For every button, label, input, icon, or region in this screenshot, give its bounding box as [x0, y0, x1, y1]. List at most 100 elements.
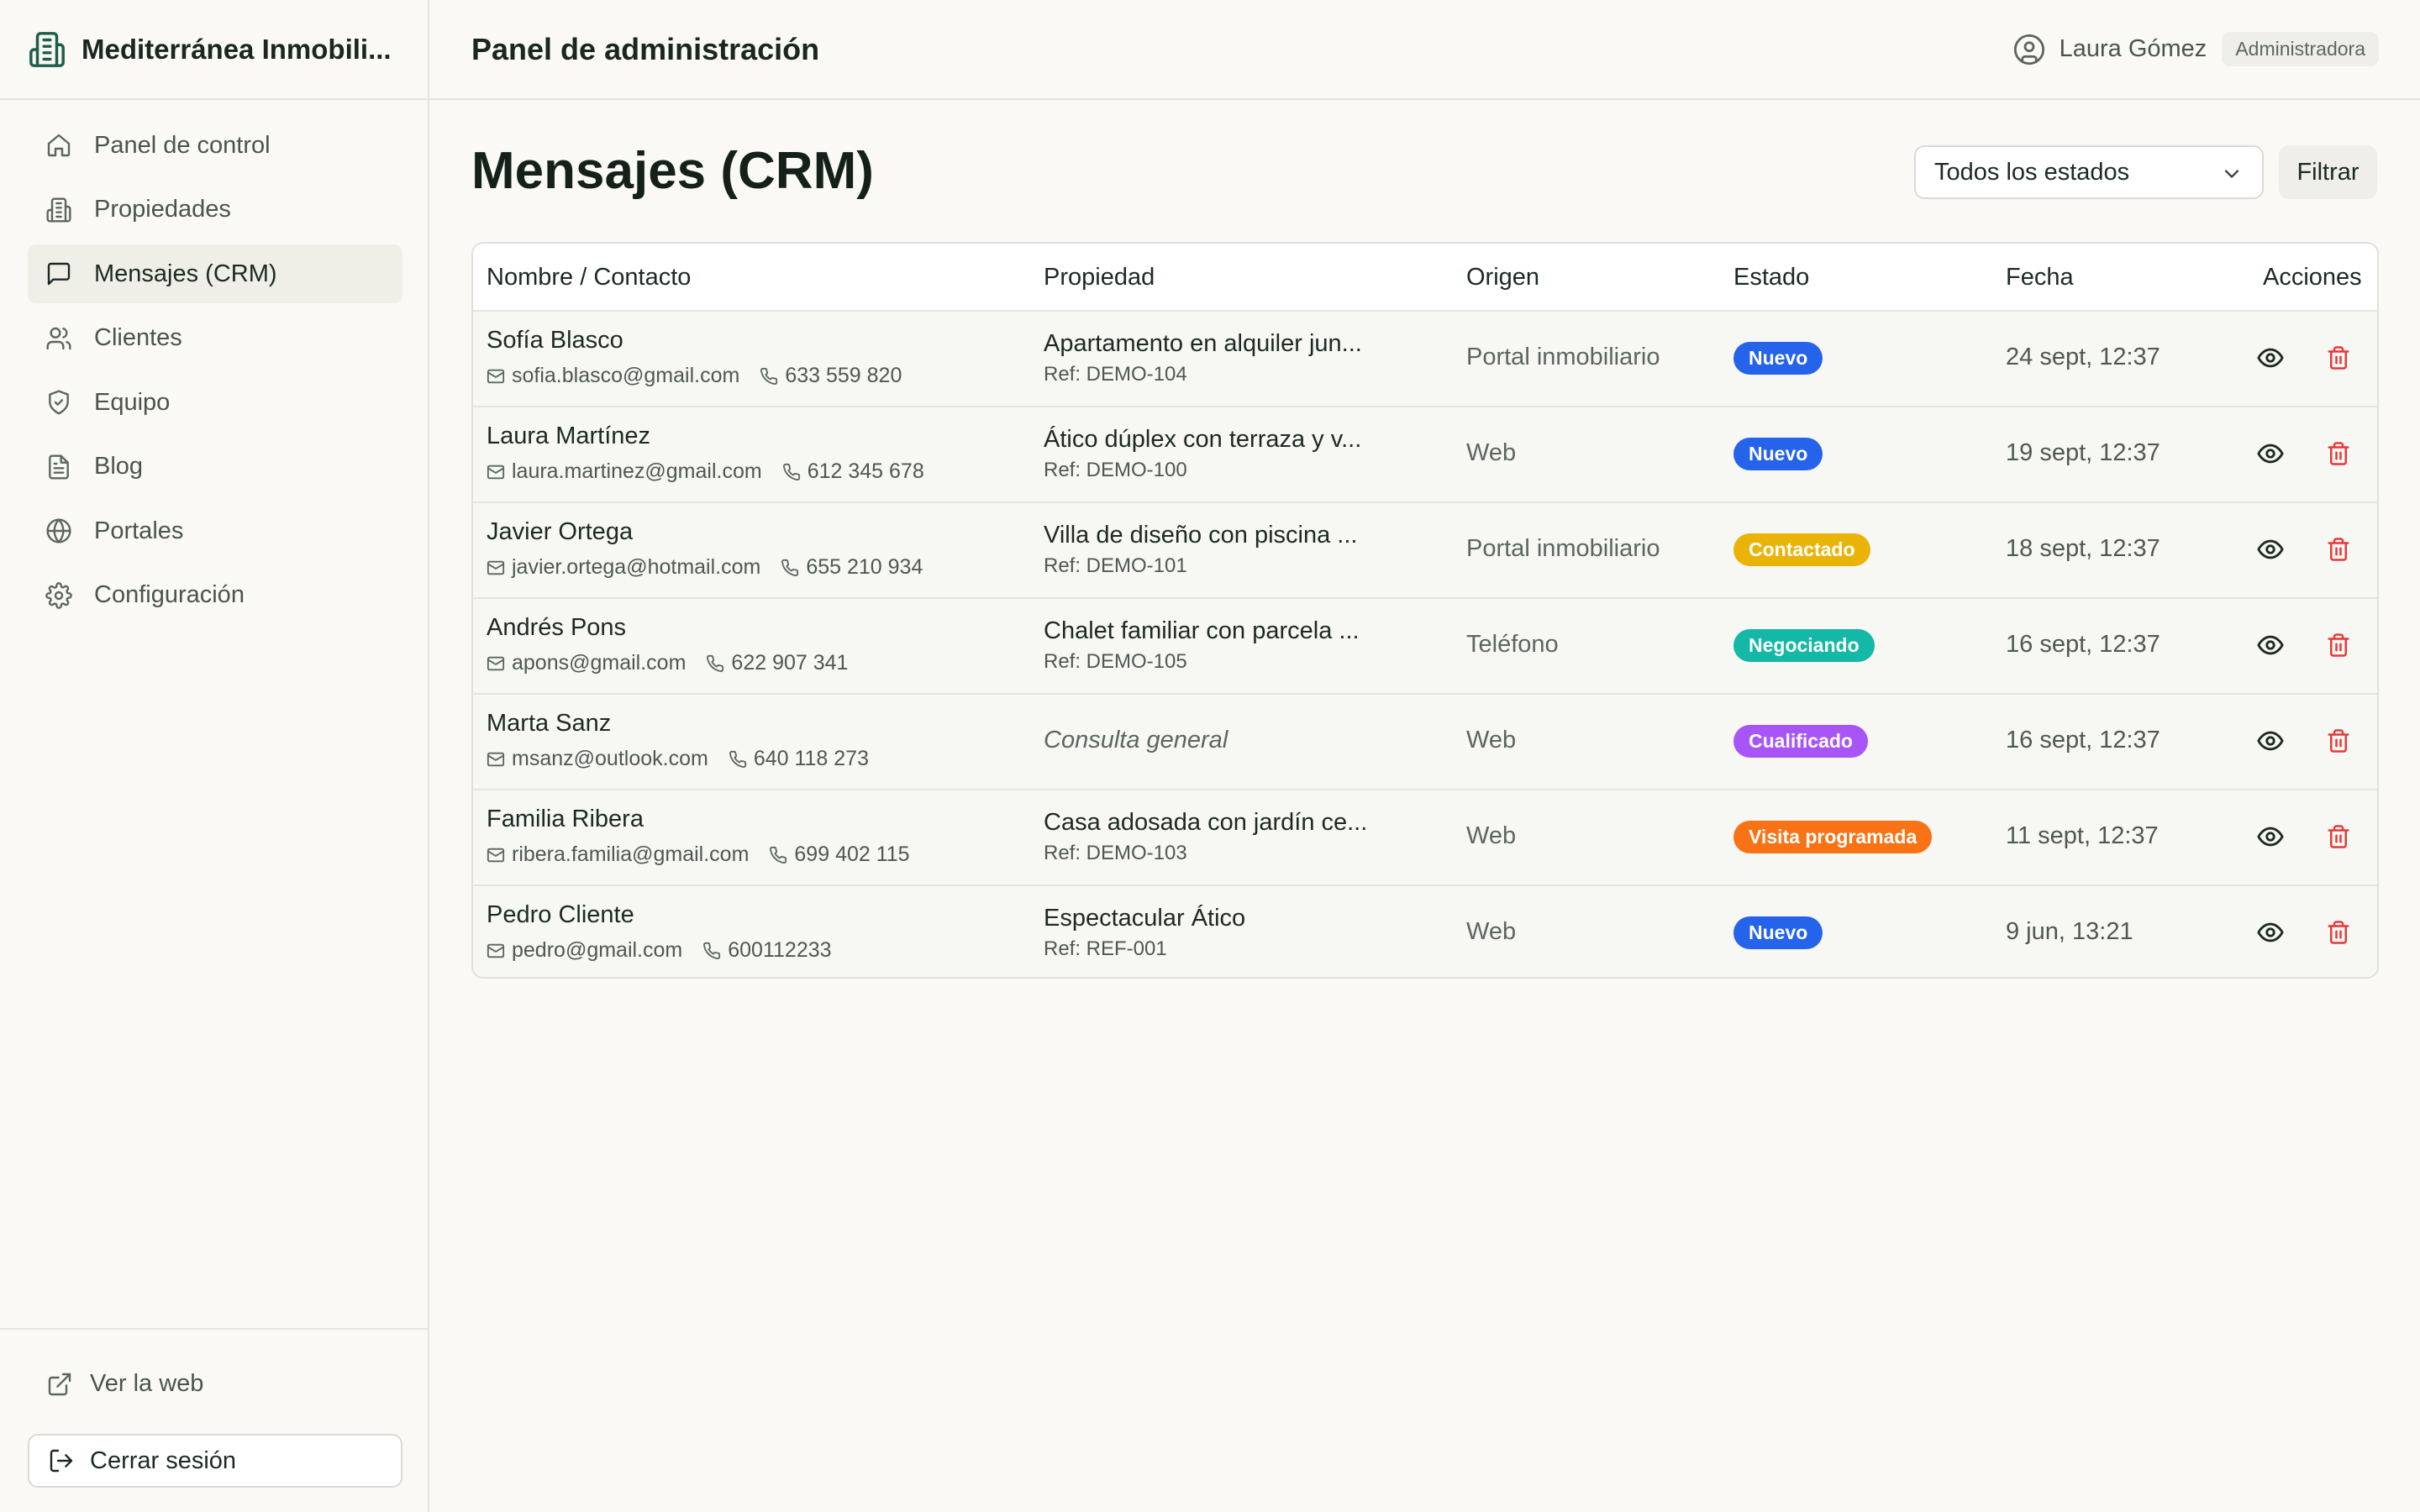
- contact-phone[interactable]: 600112233: [728, 938, 831, 963]
- contact-email[interactable]: apons@gmail.com: [512, 651, 686, 675]
- chevron-down-icon: [2220, 162, 2244, 186]
- status-filter-select[interactable]: Todos los estados: [1914, 145, 2264, 199]
- status-filter-value: Todos los estados: [1934, 158, 2130, 186]
- contact-name: Familia Ribera: [487, 806, 644, 832]
- eye-icon[interactable]: [2256, 822, 2285, 851]
- phone-wrap: 612 345 678: [782, 459, 924, 484]
- filter-button[interactable]: Filtrar: [2279, 145, 2377, 199]
- property-ref: Ref: DEMO-100: [1044, 459, 1187, 481]
- property-title[interactable]: Casa adosada con jardín ce...: [1044, 809, 1367, 837]
- eye-icon[interactable]: [2256, 439, 2285, 468]
- contact-phone[interactable]: 640 118 273: [754, 747, 869, 771]
- sidebar-nav: Panel de control Propiedades Mensajes (C…: [28, 116, 402, 630]
- column-header-date[interactable]: Fecha: [2006, 264, 2074, 291]
- contact-info: laura.martinez@gmail.com 612 345 678: [487, 459, 924, 484]
- property-title[interactable]: Villa de diseño con piscina ...: [1044, 522, 1357, 549]
- sidebar-item-panel-de-control[interactable]: Panel de control: [28, 116, 402, 175]
- sidebar-item-propiedades[interactable]: Propiedades: [28, 181, 402, 239]
- eye-icon[interactable]: [2256, 344, 2285, 372]
- status-cell: Visita programada: [1733, 821, 1933, 853]
- trash-icon[interactable]: [2326, 439, 2351, 468]
- sidebar-item-label: Blog: [94, 453, 144, 480]
- column-header-property[interactable]: Propiedad: [1044, 264, 1155, 291]
- message-date: 11 sept, 12:37: [2006, 822, 2159, 849]
- sidebar-item-clientes[interactable]: Clientes: [28, 309, 402, 368]
- status-cell: Nuevo: [1733, 342, 1823, 375]
- contact-phone[interactable]: 612 345 678: [808, 459, 924, 484]
- users-icon: [45, 325, 72, 352]
- trash-icon[interactable]: [2326, 344, 2351, 372]
- user-menu[interactable]: Laura Gómez Administradora: [2012, 32, 2379, 66]
- contact-email[interactable]: laura.martinez@gmail.com: [512, 459, 762, 484]
- property-title[interactable]: Espectacular Ático: [1044, 905, 1245, 932]
- column-header-actions: Acciones: [2263, 264, 2362, 291]
- table-row[interactable]: Javier Ortega javier.ortega@hotmail.com …: [473, 503, 2377, 599]
- table-row[interactable]: Familia Ribera ribera.familia@gmail.com …: [473, 790, 2377, 886]
- contact-info: msanz@outlook.com 640 118 273: [487, 747, 869, 771]
- contact-phone[interactable]: 633 559 820: [785, 364, 902, 388]
- trash-icon[interactable]: [2326, 535, 2351, 564]
- table-row[interactable]: Marta Sanz msanz@outlook.com 640 118 273…: [473, 695, 2377, 790]
- contact-email[interactable]: msanz@outlook.com: [512, 747, 708, 771]
- trash-icon[interactable]: [2326, 631, 2351, 659]
- phone-wrap: 633 559 820: [760, 364, 902, 388]
- origin: Teléfono: [1466, 631, 1559, 658]
- brand-name: Mediterránea Inmobili...: [82, 33, 392, 65]
- column-header-origin[interactable]: Origen: [1466, 264, 1539, 291]
- property-title[interactable]: Chalet familiar con parcela ...: [1044, 617, 1360, 645]
- status-cell: Negociando: [1733, 629, 1875, 662]
- contact-email[interactable]: sofia.blasco@gmail.com: [512, 364, 739, 388]
- table-row[interactable]: Sofía Blasco sofia.blasco@gmail.com 633 …: [473, 312, 2377, 407]
- contact-email[interactable]: javier.ortega@hotmail.com: [512, 555, 760, 580]
- sidebar-item-portales[interactable]: Portales: [28, 501, 402, 560]
- logout-icon: [48, 1447, 75, 1474]
- sidebar-item-label: Propiedades: [94, 196, 231, 223]
- building-icon: [45, 197, 72, 223]
- contact-phone[interactable]: 622 907 341: [731, 651, 848, 675]
- table-row[interactable]: Laura Martínez laura.martinez@gmail.com …: [473, 407, 2377, 503]
- property-title[interactable]: Consulta general: [1044, 727, 1228, 754]
- sidebar-item-blog[interactable]: Blog: [28, 438, 402, 496]
- message-date: 24 sept, 12:37: [2006, 344, 2160, 370]
- contact-phone[interactable]: 655 210 934: [806, 555, 923, 580]
- contact-email[interactable]: ribera.familia@gmail.com: [512, 843, 749, 867]
- mail-icon: [487, 463, 505, 481]
- column-header-status[interactable]: Estado: [1733, 264, 1809, 291]
- phone-icon: [706, 654, 724, 673]
- eye-icon[interactable]: [2256, 918, 2285, 947]
- contact-phone[interactable]: 699 402 115: [794, 843, 909, 867]
- eye-icon[interactable]: [2256, 727, 2285, 755]
- view-web-link[interactable]: Ver la web: [46, 1370, 203, 1398]
- eye-icon[interactable]: [2256, 631, 2285, 659]
- phone-wrap: 622 907 341: [706, 651, 848, 675]
- view-web-label: Ver la web: [90, 1370, 204, 1397]
- table-row[interactable]: Pedro Cliente pedro@gmail.com 600112233 …: [473, 886, 2377, 977]
- table-row[interactable]: Andrés Pons apons@gmail.com 622 907 341 …: [473, 599, 2377, 695]
- sidebar-item-equipo[interactable]: Equipo: [28, 373, 402, 432]
- trash-icon[interactable]: [2326, 822, 2351, 851]
- property-ref: Ref: DEMO-103: [1044, 842, 1187, 864]
- trash-icon[interactable]: [2326, 918, 2351, 947]
- contact-info: ribera.familia@gmail.com 699 402 115: [487, 843, 910, 867]
- eye-icon[interactable]: [2256, 535, 2285, 564]
- gear-icon: [45, 581, 72, 609]
- table-body: Sofía Blasco sofia.blasco@gmail.com 633 …: [473, 312, 2377, 977]
- brand[interactable]: Mediterránea Inmobili...: [0, 0, 428, 100]
- contact-email[interactable]: pedro@gmail.com: [512, 938, 682, 963]
- column-header-name[interactable]: Nombre / Contacto: [487, 264, 691, 291]
- document-icon: [45, 454, 72, 480]
- property-title[interactable]: Ático dúplex con terraza y v...: [1044, 426, 1361, 454]
- status-badge: Nuevo: [1733, 438, 1823, 470]
- sidebar-item-mensajes[interactable]: Mensajes (CRM): [28, 244, 402, 303]
- contact-name: Marta Sanz: [487, 710, 612, 737]
- sidebar-item-configuracion[interactable]: Configuración: [28, 566, 402, 625]
- origin: Web: [1466, 822, 1517, 849]
- trash-icon[interactable]: [2326, 727, 2351, 755]
- status-cell: Nuevo: [1733, 916, 1823, 949]
- contact-name: Pedro Cliente: [487, 901, 634, 928]
- property-title[interactable]: Apartamento en alquiler jun...: [1044, 330, 1362, 358]
- logout-button[interactable]: Cerrar sesión: [28, 1434, 402, 1488]
- mail-icon: [487, 846, 505, 864]
- phone-icon: [781, 559, 799, 577]
- property-ref: Ref: DEMO-101: [1044, 554, 1187, 577]
